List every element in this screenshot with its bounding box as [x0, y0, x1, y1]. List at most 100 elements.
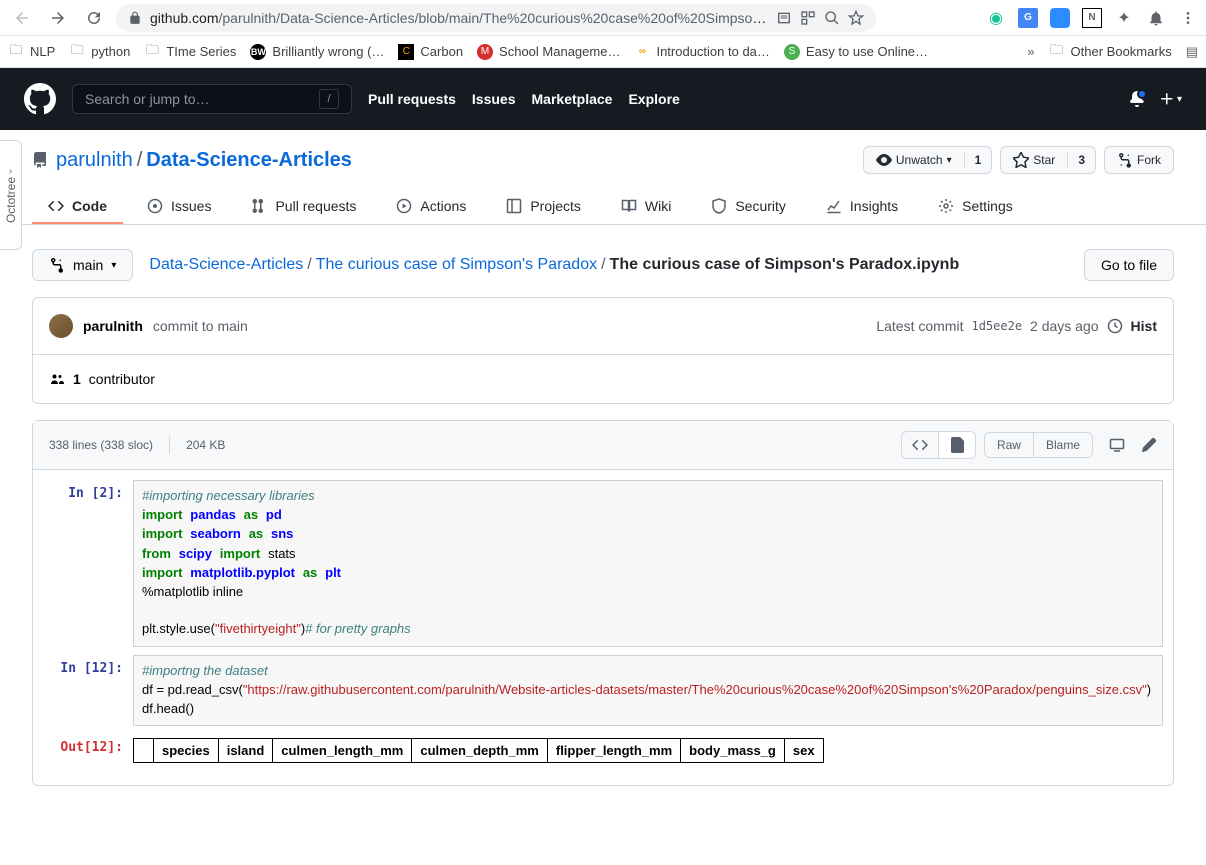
ext-misc-icon[interactable]: ✦: [1114, 8, 1134, 28]
nav-issues[interactable]: Issues: [472, 91, 516, 107]
bookmark-carbon[interactable]: CCarbon: [398, 44, 463, 60]
breadcrumb-repo[interactable]: Data-Science-Articles: [149, 256, 303, 273]
folder-icon: 🗀: [8, 44, 24, 60]
file-size: 204 KB: [186, 438, 225, 452]
star-button[interactable]: Star 3: [1000, 146, 1096, 174]
commit-author[interactable]: parulnith: [83, 318, 143, 334]
tab-settings[interactable]: Settings: [922, 190, 1029, 224]
url-bar[interactable]: github.com/parulnith/Data-Science-Articl…: [116, 4, 876, 32]
other-bookmarks[interactable]: 🗀Other Bookmarks: [1049, 44, 1172, 60]
tab-code[interactable]: Code: [32, 190, 123, 224]
forward-button[interactable]: [44, 4, 72, 32]
folder-icon: 🗀: [1049, 44, 1065, 60]
bookmark-timeseries[interactable]: 🗀TIme Series: [144, 44, 236, 60]
back-button[interactable]: [8, 4, 36, 32]
zoom-icon[interactable]: [824, 10, 840, 26]
commit-sha[interactable]: 1d5ee2e: [971, 319, 1022, 333]
ext-zoom-icon[interactable]: [1050, 8, 1070, 28]
notifications-button[interactable]: [1129, 91, 1145, 107]
qr-icon[interactable]: [800, 10, 816, 26]
goto-file-button[interactable]: Go to file: [1084, 249, 1174, 281]
code-cell-2: In [12]: #importng the dataset df = pd.r…: [43, 655, 1163, 727]
bookmark-bar: 🗀NLP 🗀python 🗀TIme Series BWBrilliantly …: [0, 36, 1206, 68]
folder-icon: 🗀: [69, 44, 85, 60]
search-input[interactable]: Search or jump to… /: [72, 84, 352, 114]
code-block[interactable]: #importng the dataset df = pd.read_csv("…: [133, 655, 1163, 727]
blame-button[interactable]: Blame: [1033, 433, 1092, 457]
raw-button[interactable]: Raw: [985, 433, 1033, 457]
play-icon: [396, 198, 412, 214]
ext-translate-icon[interactable]: G: [1018, 8, 1038, 28]
github-logo-icon[interactable]: [24, 83, 56, 115]
nav-pull-requests[interactable]: Pull requests: [368, 91, 456, 107]
code-cell-1: In [2]: #importing necessary libraries i…: [43, 480, 1163, 647]
shield-icon: [711, 198, 727, 214]
gear-icon: [938, 198, 954, 214]
branch-selector[interactable]: main ▾: [32, 249, 133, 281]
browser-nav-bar: github.com/parulnith/Data-Science-Articl…: [0, 0, 1206, 36]
desktop-button[interactable]: [1109, 437, 1125, 453]
site-icon: C: [398, 44, 414, 60]
reload-button[interactable]: [80, 4, 108, 32]
tab-wiki[interactable]: Wiki: [605, 190, 687, 224]
notification-dot-icon: [1137, 89, 1147, 99]
notifications-icon[interactable]: [1146, 8, 1166, 28]
tab-security[interactable]: Security: [695, 190, 802, 224]
bookmark-school[interactable]: MSchool Manageme…: [477, 44, 620, 60]
repo-name-link[interactable]: Data-Science-Articles: [146, 149, 352, 171]
book-icon: [621, 198, 637, 214]
source-view-button[interactable]: [902, 432, 938, 458]
latest-commit-label: Latest commit: [876, 318, 963, 334]
eye-icon: [876, 152, 892, 168]
avatar[interactable]: [49, 314, 73, 338]
edit-button[interactable]: [1141, 437, 1157, 453]
create-new-button[interactable]: ▾: [1159, 91, 1182, 107]
unwatch-button[interactable]: Unwatch ▾ 1: [863, 146, 992, 174]
notebook-content: In [2]: #importing necessary libraries i…: [33, 470, 1173, 785]
people-icon: [49, 371, 65, 387]
octotree-tab[interactable]: › Octotree: [0, 140, 22, 250]
bookmark-overflow[interactable]: »: [1027, 44, 1034, 59]
tab-pull-requests[interactable]: Pull requests: [235, 190, 372, 224]
menu-icon[interactable]: [1178, 8, 1198, 28]
tab-projects[interactable]: Projects: [490, 190, 597, 224]
dataframe-table: species island culmen_length_mm culmen_d…: [133, 738, 824, 763]
commit-message[interactable]: commit to main: [153, 318, 248, 334]
nav-marketplace[interactable]: Marketplace: [532, 91, 613, 107]
site-icon: S: [784, 44, 800, 60]
reading-list-icon[interactable]: ▤: [1186, 44, 1198, 60]
repo-tabs: Code Issues Pull requests Actions Projec…: [32, 190, 1174, 224]
commit-box: parulnith commit to main Latest commit 1…: [32, 297, 1174, 404]
history-link[interactable]: Hist: [1131, 318, 1157, 334]
project-icon: [506, 198, 522, 214]
folder-icon: 🗀: [144, 44, 160, 60]
tab-actions[interactable]: Actions: [380, 190, 482, 224]
star-icon[interactable]: [848, 10, 864, 26]
breadcrumb-dir[interactable]: The curious case of Simpson's Paradox: [316, 256, 597, 273]
ext-notion-icon[interactable]: N: [1082, 8, 1102, 28]
repo-path: parulnith/Data-Science-Articles: [56, 149, 352, 172]
commit-when[interactable]: 2 days ago: [1030, 318, 1099, 334]
desktop-icon: [1109, 437, 1125, 453]
bookmark-easy[interactable]: SEasy to use Online…: [784, 44, 928, 60]
repo-owner-link[interactable]: parulnith: [56, 149, 133, 171]
pr-icon: [251, 198, 267, 214]
bookmark-intro[interactable]: ∞Introduction to da…: [634, 44, 769, 60]
file-box: 338 lines (338 sloc) 204 KB Raw Blame In…: [32, 420, 1174, 786]
bookmark-nlp[interactable]: 🗀NLP: [8, 44, 55, 60]
reader-icon[interactable]: [776, 10, 792, 26]
repo-header: parulnith/Data-Science-Articles Unwatch …: [0, 130, 1206, 225]
bookmark-python[interactable]: 🗀python: [69, 44, 130, 60]
ext-grammarly-icon[interactable]: ◉: [986, 8, 1006, 28]
rendered-view-button[interactable]: [938, 432, 975, 458]
fork-button[interactable]: Fork: [1104, 146, 1174, 174]
url-text: github.com/parulnith/Data-Science-Articl…: [150, 10, 768, 26]
history-icon[interactable]: [1107, 318, 1123, 334]
github-header: Search or jump to… / Pull requests Issue…: [0, 68, 1206, 130]
tab-issues[interactable]: Issues: [131, 190, 227, 224]
nav-explore[interactable]: Explore: [628, 91, 679, 107]
output-block: species island culmen_length_mm culmen_d…: [133, 734, 1163, 767]
code-block[interactable]: #importing necessary libraries import pa…: [133, 480, 1163, 647]
tab-insights[interactable]: Insights: [810, 190, 914, 224]
bookmark-brilliantly[interactable]: BWBrilliantly wrong (…: [250, 44, 384, 60]
